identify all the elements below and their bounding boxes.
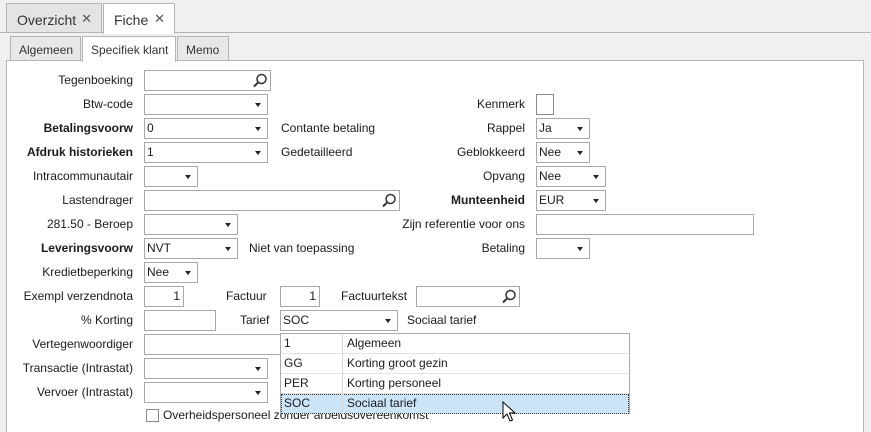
factuurtekst-input[interactable]	[416, 286, 520, 307]
close-icon[interactable]: ✕	[154, 11, 165, 27]
geblokkeerd-label: Geblokkeerd	[456, 145, 525, 159]
betaling-label: Betaling	[481, 241, 525, 255]
leveringsvoorw-label: Leveringsvoorw	[40, 241, 133, 255]
tab-algemeen[interactable]: Algemeen	[10, 36, 81, 61]
tab-algemeen-label: Algemeen	[19, 43, 74, 57]
chevron-down-icon	[185, 175, 191, 179]
rappel-label: Rappel	[486, 121, 525, 135]
factuurtekst-label: Factuurtekst	[341, 289, 408, 303]
zijn-referentie-input[interactable]	[536, 214, 754, 235]
tab-memo-label: Memo	[186, 43, 220, 57]
kredietbeperking-label: Kredietbeperking	[42, 265, 133, 279]
chevron-down-icon	[593, 199, 599, 203]
btw-code-select[interactable]	[144, 94, 268, 115]
chevron-down-icon	[255, 391, 261, 395]
chevron-down-icon	[255, 103, 261, 107]
afdruk-historieken-select[interactable]: 1	[144, 142, 268, 163]
tegenboeking-label: Tegenboeking	[58, 73, 133, 87]
intracommunautair-select[interactable]	[144, 166, 198, 187]
korting-label: % Korting	[80, 313, 133, 327]
search-icon[interactable]	[251, 72, 269, 89]
betalingsvoorw-label: Betalingsvoorw	[43, 121, 133, 135]
vervoer-label: Vervoer (Intrastat)	[36, 385, 133, 399]
overheidspersoneel-checkbox[interactable]	[146, 409, 159, 422]
dropdown-option[interactable]: 1 Algemeen	[281, 334, 629, 354]
transactie-select[interactable]	[144, 358, 268, 379]
leveringsvoorw-desc: Niet van toepassing	[249, 241, 355, 255]
rappel-select[interactable]: Ja	[536, 118, 590, 139]
search-icon[interactable]	[380, 192, 398, 209]
close-icon[interactable]: ✕	[81, 11, 92, 27]
betalingsvoorw-select[interactable]: 0	[144, 118, 268, 139]
tab-fiche-label: Fiche	[114, 12, 149, 28]
tegenboeking-input[interactable]	[144, 70, 271, 91]
opvang-label: Opvang	[482, 169, 525, 183]
dropdown-option[interactable]: PER Korting personeel	[281, 374, 629, 394]
intracommunautair-label: Intracommunautair	[32, 169, 133, 183]
chevron-down-icon	[255, 127, 261, 131]
zijn-referentie-label: Zijn referentie voor ons	[402, 217, 525, 231]
factuur-input[interactable]: 1	[280, 286, 320, 307]
tab-specifiek-klant-label: Specifiek klant	[91, 43, 169, 57]
tab-overzicht-label: Overzicht	[17, 12, 77, 28]
tab-fiche[interactable]: Fiche ✕	[103, 3, 175, 34]
chevron-down-icon	[577, 127, 583, 131]
exempl-verzendnota-input[interactable]: 1	[144, 286, 184, 307]
search-icon[interactable]	[500, 288, 518, 305]
chevron-down-icon	[385, 319, 391, 323]
lastendrager-label: Lastendrager	[62, 193, 133, 207]
mouse-cursor-icon	[502, 401, 516, 422]
vervoer-select[interactable]	[144, 382, 268, 403]
munteenheid-select[interactable]: EUR	[536, 190, 606, 211]
factuur-label: Factuur	[226, 289, 267, 303]
chevron-down-icon	[593, 175, 599, 179]
chevron-down-icon	[255, 367, 261, 371]
vertegenwoordiger-input[interactable]	[144, 334, 284, 355]
dropdown-option-selected[interactable]: SOC Sociaal tarief	[281, 394, 629, 414]
btw-code-label: Btw-code	[82, 97, 133, 111]
kenmerk-label: Kenmerk	[476, 97, 525, 111]
chevron-down-icon	[225, 223, 231, 227]
geblokkeerd-select[interactable]: Nee	[536, 142, 590, 163]
dropdown-option[interactable]: GG Korting groot gezin	[281, 354, 629, 374]
afdruk-historieken-label: Afdruk historieken	[26, 145, 133, 159]
leveringsvoorw-select[interactable]: NVT	[144, 238, 238, 259]
transactie-label: Transactie (Intrastat)	[22, 361, 133, 375]
kredietbeperking-select[interactable]: Nee	[144, 262, 198, 283]
betalingsvoorw-desc: Contante betaling	[281, 121, 376, 135]
chevron-down-icon	[185, 271, 191, 275]
afdruk-historieken-desc: Gedetailleerd	[281, 145, 353, 159]
tarief-dropdown-list: 1 Algemeen GG Korting groot gezin PER Korti…	[280, 333, 630, 414]
tarief-select[interactable]: SOC	[280, 310, 398, 331]
beroep-label: 281.50 - Beroep	[46, 217, 133, 231]
tab-specifiek-klant[interactable]: Specifiek klant	[82, 36, 176, 62]
vertegenwoordiger-label: Vertegenwoordiger	[32, 337, 133, 351]
chevron-down-icon	[577, 151, 583, 155]
opvang-select[interactable]: Nee	[536, 166, 606, 187]
chevron-down-icon	[225, 247, 231, 251]
tarief-desc: Sociaal tarief	[407, 313, 477, 327]
chevron-down-icon	[577, 247, 583, 251]
munteenheid-label: Munteenheid	[451, 193, 525, 207]
exempl-verzendnota-label: Exempl verzendnota	[23, 289, 133, 303]
tab-memo[interactable]: Memo	[177, 36, 229, 61]
beroep-select[interactable]	[144, 214, 238, 235]
tarief-label: Tarief	[240, 313, 270, 327]
chevron-down-icon	[255, 151, 261, 155]
kenmerk-checkbox[interactable]	[536, 94, 554, 115]
tab-overzicht[interactable]: Overzicht ✕	[6, 3, 102, 33]
betaling-select[interactable]	[536, 238, 590, 259]
korting-input[interactable]	[144, 310, 216, 331]
lastendrager-input[interactable]	[144, 190, 400, 211]
